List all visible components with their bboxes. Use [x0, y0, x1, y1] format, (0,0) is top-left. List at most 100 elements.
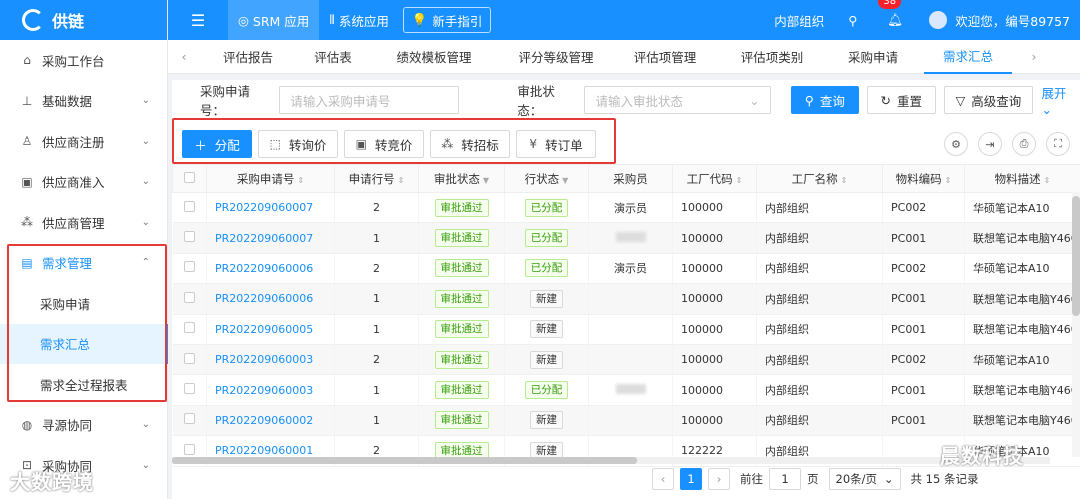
table-row[interactable]: PR202209060007 1 审批通过 已分配 100000 内部组织 PC001 联想笔…	[172, 222, 1080, 254]
assign-button[interactable]: ＋ 分配	[182, 130, 252, 158]
filter-icon: ▼	[482, 175, 490, 185]
table-row[interactable]: PR202209060003 2 审批通过 新建 100000 内部组织 PC002 华硕笔记…	[172, 344, 1080, 376]
sidebar-item-base-data[interactable]: ⊥ 基础数据 ⌄	[0, 81, 168, 122]
settings-icon[interactable]: ⚙	[944, 132, 968, 156]
sidebar-item-supplier-register[interactable]: ♙ 供应商注册 ⌄	[0, 121, 168, 162]
to-inquiry-button[interactable]: ⬚ 转询价	[258, 130, 338, 158]
guide-button[interactable]: 💡 新手指引	[402, 7, 492, 33]
page-size-select[interactable]: 20条/页 ⌄	[828, 468, 901, 490]
row-checkbox[interactable]	[172, 405, 207, 437]
sidebar-item-supplier-manage[interactable]: ⁂ 供应商管理 ⌄	[0, 202, 168, 243]
req-no-input[interactable]: 请输入采购申请号	[279, 86, 460, 114]
table-row[interactable]: PR202209060006 2 审批通过 已分配 演示员 100000 内部组织 PC002…	[172, 253, 1080, 285]
prev-page-button[interactable]: ‹	[652, 468, 674, 490]
tab-eval-form[interactable]: 评估表	[296, 40, 370, 74]
tab-scroll-left[interactable]: ‹	[168, 40, 200, 74]
tab-perf-template[interactable]: 绩效模板管理	[370, 40, 498, 74]
search-icon[interactable]: ⚲	[834, 0, 871, 40]
col-header[interactable]: 工厂代码 ⇕	[672, 164, 757, 193]
tab-purchase-request[interactable]: 采购申请	[828, 40, 918, 74]
to-inquiry-label: 转询价	[288, 137, 327, 153]
to-order-label: 转订单	[545, 137, 583, 153]
material-code-cell: PC001	[882, 222, 965, 254]
search-button[interactable]: ⚲ 查询	[790, 86, 860, 114]
fullscreen-icon[interactable]: ⛶	[1046, 132, 1070, 156]
to-tender-button[interactable]: ⁂ 转招标	[430, 130, 510, 158]
to-bid-button[interactable]: ▣ 转竞价	[344, 130, 424, 158]
col-header[interactable]: 行状态 ▼	[504, 164, 589, 193]
horizontal-scrollbar[interactable]	[172, 457, 1050, 464]
line-no-cell: 2	[334, 192, 419, 224]
search-label: 查询	[819, 93, 845, 109]
table-row[interactable]: PR202209060005 1 审批通过 新建 100000 内部组织 PC001 联想笔记…	[172, 314, 1080, 345]
nav-srm-app[interactable]: ◎ SRM 应用	[228, 0, 320, 40]
req-no-link[interactable]: PR202209060007	[206, 222, 335, 254]
user-menu[interactable]: 欢迎您，编号89757	[919, 0, 1080, 40]
tab-demand-summary[interactable]: 需求汇总	[924, 40, 1012, 74]
tab-eval-report[interactable]: 评估报告	[200, 40, 296, 74]
page-1-button[interactable]: 1	[680, 468, 702, 490]
goto-page-input[interactable]: 1	[769, 468, 801, 490]
row-status-cell: 已分配	[504, 192, 589, 224]
select-all-checkbox[interactable]	[172, 164, 207, 193]
tab-eval-item[interactable]: 评估项管理	[614, 40, 716, 74]
vertical-scrollbar[interactable]	[1072, 192, 1080, 457]
col-header[interactable]: 审批状态 ▼	[418, 164, 505, 193]
guide-label: 新手指引	[432, 13, 483, 29]
reset-button[interactable]: ↻ 重置	[867, 86, 936, 114]
material-desc-cell: 联想笔记本电脑Y460	[964, 314, 1080, 345]
material-code-cell: PC002	[882, 192, 965, 224]
req-no-link[interactable]: PR202209060002	[206, 405, 335, 437]
req-no-link[interactable]: PR202209060003	[206, 344, 335, 376]
row-checkbox[interactable]	[172, 192, 207, 224]
row-checkbox[interactable]	[172, 374, 207, 406]
table-row[interactable]: PR202209060007 2 审批通过 已分配 演示员 100000 内部组织 PC002…	[172, 192, 1080, 224]
tab-score-grade[interactable]: 评分等级管理	[498, 40, 614, 74]
col-header[interactable]: 物料编码 ⇕	[882, 164, 965, 193]
line-no-cell: 1	[334, 222, 419, 254]
table-row[interactable]: PR202209060003 1 审批通过 已分配 100000 内部组织 PC001 联想笔…	[172, 374, 1080, 406]
row-checkbox[interactable]	[172, 253, 207, 285]
table-row[interactable]: PR202209060002 1 审批通过 新建 100000 内部组织 PC001 联想笔记…	[172, 405, 1080, 437]
print-icon[interactable]: ⎙	[1012, 132, 1036, 156]
tab-scroll-right[interactable]: ›	[1018, 40, 1050, 74]
table-row[interactable]: PR202209060006 1 审批通过 新建 100000 内部组织 PC001 联想笔记…	[172, 283, 1080, 315]
id-card-icon: ▣	[21, 174, 33, 189]
notification-bell[interactable]: 🔔︎ 38	[871, 0, 919, 40]
req-no-link[interactable]: PR202209060007	[206, 192, 335, 224]
material-code-cell: PC001	[882, 314, 965, 345]
status-badge: 审批通过	[434, 320, 489, 339]
export-icon[interactable]: ⇥	[978, 132, 1002, 156]
col-header[interactable]: 工厂名称 ⇕	[756, 164, 883, 193]
col-header[interactable]: 申请行号 ⇕	[334, 164, 419, 193]
col-header: 采购员	[588, 164, 673, 193]
nav-label: 系统应用	[338, 13, 389, 29]
expand-link[interactable]: 展开 ⌄	[1041, 83, 1080, 117]
row-checkbox[interactable]	[172, 344, 207, 376]
row-checkbox[interactable]	[172, 283, 207, 315]
org-selector[interactable]: 内部组织	[764, 0, 834, 40]
sidebar-item-workbench[interactable]: ⌂ 采购工作台	[0, 40, 168, 81]
req-no-link[interactable]: PR202209060006	[206, 283, 335, 315]
menu-toggle-icon[interactable]: ☰	[168, 0, 228, 40]
req-no-link[interactable]: PR202209060003	[206, 374, 335, 406]
nav-system-app[interactable]: ⦀ 系统应用	[319, 0, 399, 40]
row-checkbox[interactable]	[172, 314, 207, 345]
col-header[interactable]: 采购申请号 ⇕	[206, 164, 335, 193]
col-header[interactable]: 物料描述 ⇕	[964, 164, 1080, 193]
req-no-link[interactable]: PR202209060006	[206, 253, 335, 285]
brand[interactable]: 供链	[0, 0, 167, 40]
sidebar-item-sourcing[interactable]: ◍ 寻源协同 ⌄	[0, 405, 168, 446]
status-select[interactable]: 请输入审批状态 ⌄	[584, 86, 771, 114]
req-no-link[interactable]: PR202209060005	[206, 314, 335, 345]
bulb-icon: 💡	[411, 12, 428, 27]
material-code-cell: PC001	[882, 283, 965, 315]
next-page-button[interactable]: ›	[708, 468, 730, 490]
tab-eval-category[interactable]: 评估项类别	[716, 40, 828, 74]
row-checkbox[interactable]	[172, 222, 207, 254]
sidebar-item-supplier-access[interactable]: ▣ 供应商准入 ⌄	[0, 162, 168, 203]
refresh-icon: ↻	[880, 92, 892, 108]
advanced-search-button[interactable]: ▽ 高级查询	[943, 86, 1034, 114]
to-order-button[interactable]: ¥ 转订单	[516, 130, 596, 158]
status-badge: 已分配	[524, 229, 569, 248]
